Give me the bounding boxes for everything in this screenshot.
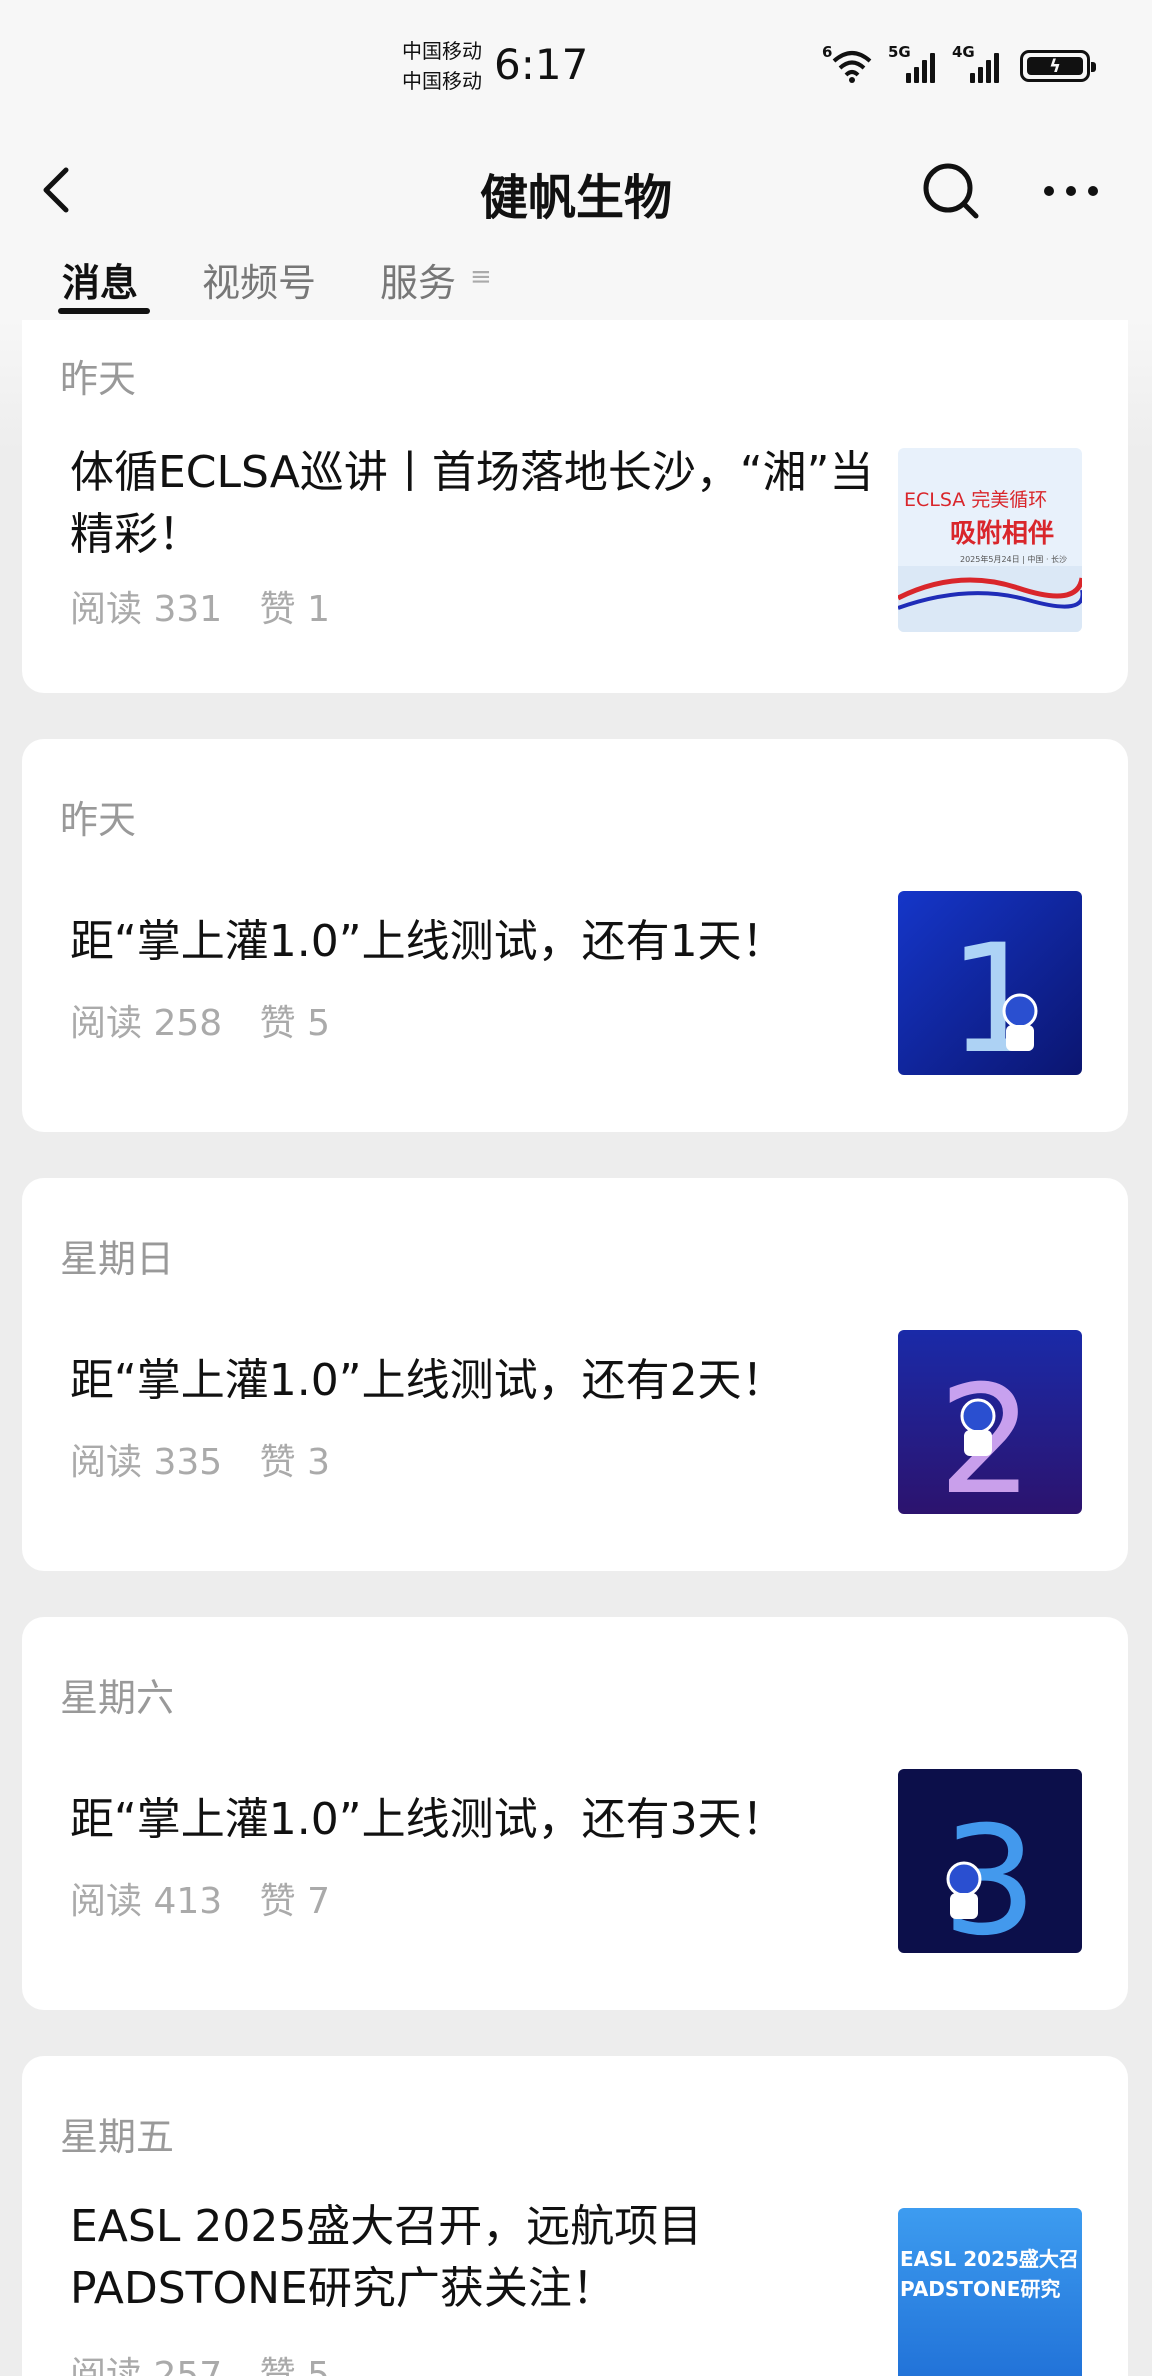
signal-4g-icon: 4G [952, 43, 1002, 83]
article-title[interactable]: 距“掌上灌1.0”上线测试，还有1天！ [70, 911, 890, 973]
article-card[interactable]: 星期六 距“掌上灌1.0”上线测试，还有3天！ 阅读 413 赞 7 3 [22, 1617, 1128, 2010]
article-date: 昨天 [60, 798, 137, 842]
more-button[interactable] [1036, 156, 1106, 226]
thumb-text-line-1: ECLSA 完美循环 [904, 489, 1047, 511]
article-card[interactable]: 昨天 距“掌上灌1.0”上线测试，还有1天！ 阅读 258 赞 5 1 [22, 739, 1128, 1132]
like-count: 赞 7 [259, 1881, 330, 1922]
signal-5g-icon: 5G [888, 43, 938, 83]
read-count: 阅读 257 [70, 2355, 223, 2376]
status-time: 6:17 [494, 40, 589, 89]
signal-5g-tag: 5G [888, 43, 911, 61]
tab-channels[interactable]: 视频号 [202, 252, 316, 307]
article-card[interactable]: 星期五 EASL 2025盛大召开，远航项目PADSTONE研究广获关注！ 阅读… [22, 2056, 1128, 2376]
thumb-caption: 2025年5月24日 | 中国 · 长沙 [960, 554, 1067, 564]
tab-messages[interactable]: 消息 [62, 252, 138, 307]
wifi-badge: 6 [822, 43, 833, 61]
article-date: 星期日 [60, 1237, 175, 1281]
article-date: 星期六 [60, 1676, 175, 1720]
carrier-1: 中国移动 [402, 39, 482, 63]
article-title[interactable]: 距“掌上灌1.0”上线测试，还有3天！ [70, 1789, 890, 1851]
search-button[interactable] [916, 156, 986, 226]
status-bar: 中国移动 中国移动 6:17 6 5G 4G ϟ [0, 0, 1152, 130]
article-stats: 阅读 257 赞 5 [70, 2346, 330, 2376]
article-title[interactable]: EASL 2025盛大召开，远航项目PADSTONE研究广获关注！ [70, 2196, 790, 2320]
article-date: 星期五 [60, 2115, 175, 2159]
more-icon [1044, 186, 1098, 196]
article-feed[interactable]: 昨天 体循ECLSA巡讲丨首场落地长沙，“湘”当精彩！ 阅读 331 赞 1 E… [0, 320, 1152, 2376]
active-tab-indicator [58, 308, 150, 314]
thumb-text-line-1: EASL 2025盛大召 [900, 2247, 1079, 2271]
article-stats: 阅读 331 赞 1 [70, 580, 330, 632]
tab-services[interactable]: 服务 [380, 252, 456, 307]
article-thumbnail[interactable]: ECLSA 完美循环 吸附相伴 2025年5月24日 | 中国 · 长沙 [898, 448, 1082, 632]
article-card[interactable]: 昨天 体循ECLSA巡讲丨首场落地长沙，“湘”当精彩！ 阅读 331 赞 1 E… [22, 320, 1128, 693]
like-count: 赞 5 [259, 1003, 330, 1044]
read-count: 阅读 258 [70, 1003, 223, 1044]
read-count: 阅读 413 [70, 1881, 223, 1922]
like-count: 赞 3 [259, 1442, 330, 1483]
read-count: 阅读 331 [70, 589, 223, 630]
search-icon [923, 163, 979, 219]
article-stats: 阅读 258 赞 5 [70, 994, 330, 1046]
thumb-text-line-2: PADSTONE研究 [900, 2277, 1060, 2301]
article-stats: 阅读 335 赞 3 [70, 1433, 330, 1485]
tab-bar: 消息 视频号 服务 ≡ [0, 250, 1152, 320]
nav-header: 健帆生物 [0, 130, 1152, 250]
carrier-names: 中国移动 中国移动 [402, 36, 482, 96]
screen: 中国移动 中国移动 6:17 6 5G 4G ϟ 健帆生物 消息 视频号 服务 … [0, 0, 1152, 2376]
article-title[interactable]: 距“掌上灌1.0”上线测试，还有2天！ [70, 1350, 890, 1412]
battery-charging-icon: ϟ [1020, 50, 1096, 82]
article-date: 昨天 [60, 357, 137, 401]
like-count: 赞 1 [259, 589, 330, 630]
thumb-text-line-2: 吸附相伴 [950, 519, 1054, 549]
read-count: 阅读 335 [70, 1442, 223, 1483]
carrier-2: 中国移动 [402, 69, 482, 93]
wifi-icon: 6 [822, 43, 874, 83]
status-icons: 6 5G 4G ϟ [822, 43, 1096, 86]
menu-icon[interactable]: ≡ [470, 262, 492, 292]
article-thumbnail[interactable]: 3 [898, 1769, 1082, 1953]
article-card[interactable]: 星期日 距“掌上灌1.0”上线测试，还有2天！ 阅读 335 赞 3 2 [22, 1178, 1128, 1571]
like-count: 赞 5 [259, 2355, 330, 2376]
article-thumbnail[interactable]: 2 [898, 1330, 1082, 1514]
article-title[interactable]: 体循ECLSA巡讲丨首场落地长沙，“湘”当精彩！ [70, 442, 890, 566]
signal-4g-tag: 4G [952, 43, 975, 61]
article-thumbnail[interactable]: EASL 2025盛大召 PADSTONE研究 [898, 2208, 1082, 2376]
article-stats: 阅读 413 赞 7 [70, 1872, 330, 1924]
article-thumbnail[interactable]: 1 [898, 891, 1082, 1075]
